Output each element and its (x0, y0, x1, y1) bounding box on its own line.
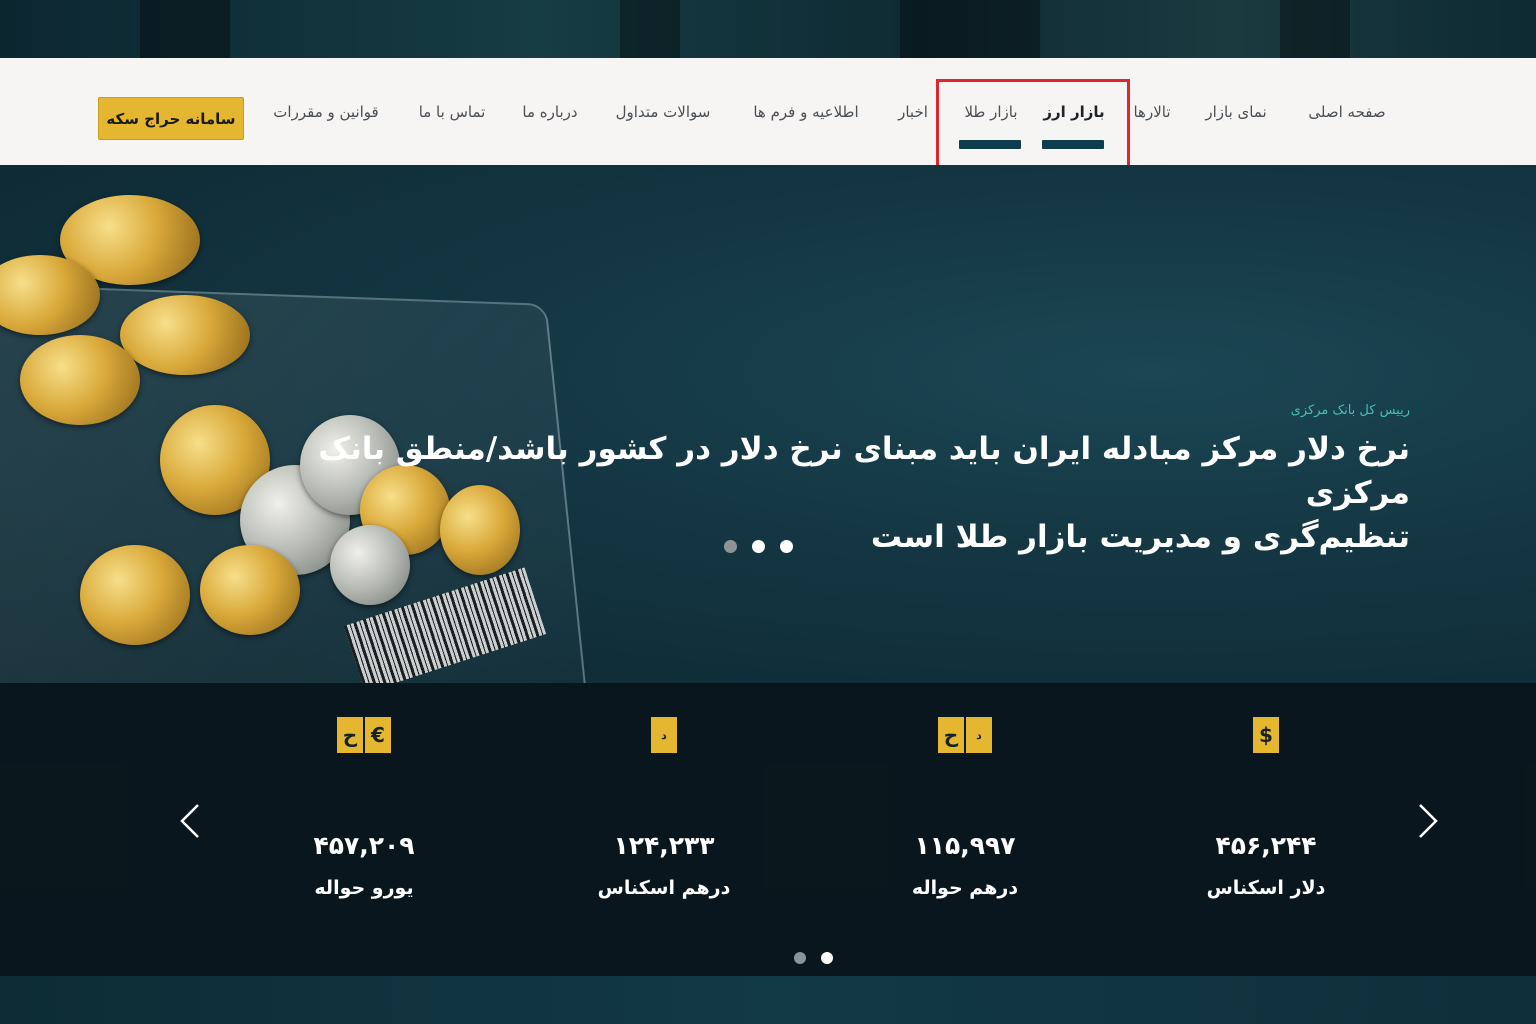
rate-card-dirham-cash[interactable]: د ۱۲۴,۲۳۳ درهم اسکناس (554, 683, 774, 976)
exchange-rates-carousel: $ ۴۵۶,۲۴۴ دلار اسکناس دح ۱۱۵,۹۹۷ درهم حو… (0, 683, 1536, 976)
rate-name: یورو حواله (314, 877, 414, 899)
rate-name: دلار اسکناس (1206, 877, 1326, 899)
page-dot[interactable] (821, 952, 833, 964)
slide-dot[interactable] (752, 540, 765, 553)
hero-slide-dots (724, 540, 793, 553)
nav-item-home[interactable]: صفحه اصلی (1296, 58, 1398, 165)
dollar-icon: $ (1253, 717, 1279, 753)
hero-headline-line-1: نرخ دلار مرکز مبادله ایران باید مبنای نر… (318, 431, 1410, 511)
bottom-section-strip (0, 976, 1536, 1024)
rates-page-dots (794, 952, 833, 964)
nav-item-contact[interactable]: تماس با ما (410, 58, 494, 165)
rate-value: ۴۵۷,۲۰۹ (313, 831, 415, 860)
coin-image (20, 335, 140, 425)
rate-card-usd-cash[interactable]: $ ۴۵۶,۲۴۴ دلار اسکناس (1156, 683, 1376, 976)
coin-image (80, 545, 190, 645)
chevron-left-icon[interactable] (176, 801, 206, 841)
nav-item-rules[interactable]: قوانین و مقررات (264, 58, 388, 165)
dirham-transfer-icon: دح (938, 717, 992, 753)
nav-item-faq[interactable]: سوالات متداول (606, 58, 720, 165)
rate-value: ۱۱۵,۹۹۷ (914, 831, 1016, 860)
nav-item-announcements[interactable]: اطلاعیه و فرم ها (744, 58, 868, 165)
rate-card-euro-transfer[interactable]: € ح ۴۵۷,۲۰۹ یورو حواله (254, 683, 474, 976)
chevron-right-icon[interactable] (1412, 801, 1442, 841)
coin-image (120, 295, 250, 375)
slide-dot[interactable] (724, 540, 737, 553)
nav-item-news[interactable]: اخبار (890, 58, 936, 165)
euro-transfer-icon: € ح (337, 717, 391, 753)
nav-item-market-view[interactable]: نمای بازار (1198, 58, 1274, 165)
dirham-icon: د (651, 717, 677, 753)
hero-headline[interactable]: نرخ دلار مرکز مبادله ایران باید مبنای نر… (230, 427, 1410, 559)
top-banner-strip (0, 0, 1536, 58)
rate-value: ۴۵۶,۲۴۴ (1215, 831, 1317, 860)
nav-item-halls[interactable]: تالارها (1126, 58, 1178, 165)
hero-headline-line-2: تنظیم‌گری و مدیریت بازار طلا است (870, 519, 1410, 555)
page-dot[interactable] (794, 952, 806, 964)
rate-name: درهم حواله (911, 877, 1019, 899)
coin-auction-button[interactable]: سامانه حراج سکه (98, 97, 244, 140)
rate-value: ۱۲۴,۲۳۳ (613, 831, 715, 860)
hero-subtitle: رییس کل بانک مرکزی (1290, 403, 1410, 418)
hero-slider: رییس کل بانک مرکزی نرخ دلار مرکز مبادله … (0, 165, 1536, 683)
slide-dot[interactable] (780, 540, 793, 553)
nav-item-about[interactable]: درباره ما (518, 58, 582, 165)
rate-name: درهم اسکناس (597, 877, 731, 899)
rate-card-dirham-transfer[interactable]: دح ۱۱۵,۹۹۷ درهم حواله (855, 683, 1075, 976)
